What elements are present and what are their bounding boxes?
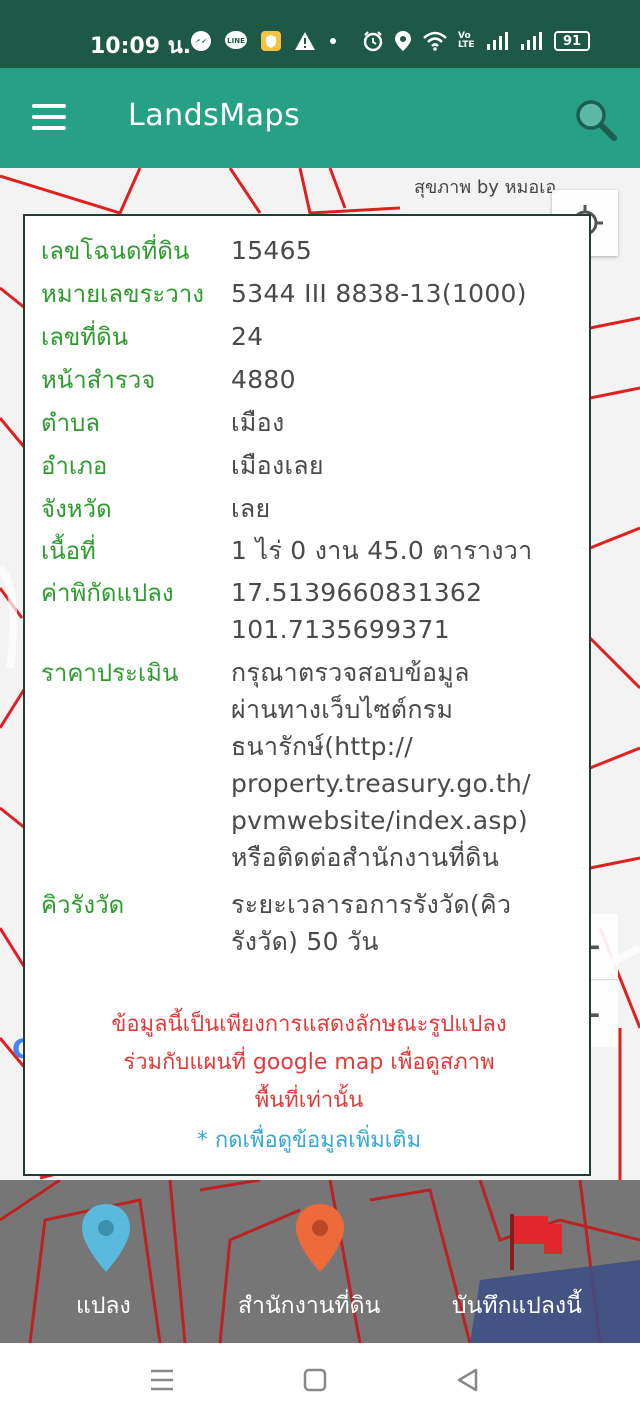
info-label: เลขโฉนดที่ดิน xyxy=(41,237,190,265)
app-title: LandsMaps xyxy=(128,98,301,133)
value-line: pvmwebsite/index.asp) xyxy=(231,806,528,835)
info-label: หน้าสำรวจ xyxy=(41,366,156,394)
value-line: ธนารักษ์(http:// xyxy=(231,732,413,761)
info-value: เมืองเลย xyxy=(231,451,324,480)
location-icon xyxy=(394,30,412,52)
bottom-action-bar: แปลง สำนักงานที่ดิน บันทึกแปลงนี้ xyxy=(0,1180,640,1343)
red-flag-icon xyxy=(510,1214,562,1270)
info-row-deed-number: เลขโฉนดที่ดิน 15465 xyxy=(41,232,581,270)
notice-line: ข้อมูลนี้เป็นเพียงการแสดงลักษณะรูปแปลง xyxy=(111,1012,507,1037)
info-row-survey-queue: คิวรังวัด ระยะเวลารอการรังวัด(คิว รังวัด… xyxy=(41,886,581,960)
back-icon[interactable] xyxy=(454,1367,490,1397)
info-value: ระยะเวลารอการรังวัด(คิว รังวัด) 50 วัน xyxy=(231,886,581,960)
svg-text:LINE: LINE xyxy=(227,37,245,45)
info-row-district: อำเภอ เมืองเลย xyxy=(41,447,581,485)
info-row-land-number: เลขที่ดิน 24 xyxy=(41,318,581,356)
info-label: อำเภอ xyxy=(41,452,108,480)
coordinate-lat: 17.5139660831362 xyxy=(231,578,483,607)
value-line: property.treasury.go.th/ xyxy=(231,769,531,798)
info-value: 15465 xyxy=(231,236,313,265)
line-icon: LINE xyxy=(224,30,248,52)
tab-label: บันทึกแปลงนี้ xyxy=(452,1293,582,1319)
map-pin-blue-icon xyxy=(82,1204,130,1272)
info-value: เมือง xyxy=(231,408,285,437)
info-label: ตำบล xyxy=(41,409,101,437)
system-icons: Vo LTE 91 xyxy=(362,30,590,52)
notice-line: พื้นที่เท่านั้น xyxy=(254,1088,364,1113)
map-pin-orange-icon xyxy=(296,1204,344,1272)
shield-app-icon xyxy=(260,30,282,52)
coordinate-lng: 101.7135699371 xyxy=(231,615,450,644)
warning-icon xyxy=(294,31,316,51)
info-value: 4880 xyxy=(231,365,296,394)
hamburger-menu-icon[interactable] xyxy=(32,104,68,132)
info-label: ราคาประเมิน xyxy=(41,659,179,687)
parcel-info-panel: เลขโฉนดที่ดิน 15465 หมายเลขระวาง 5344 II… xyxy=(23,214,591,1176)
recent-apps-icon[interactable] xyxy=(148,1367,184,1397)
tab-parcel[interactable]: แปลง xyxy=(60,1180,154,1343)
info-row-appraisal: ราคาประเมิน กรุณาตรวจสอบข้อมูล ผ่านทางเว… xyxy=(41,654,581,876)
info-value: 17.5139660831362 101.7135699371 xyxy=(231,574,581,648)
value-line: ระยะเวลารอการรังวัด(คิว xyxy=(231,890,512,919)
alarm-icon xyxy=(362,30,384,52)
info-row-survey-page: หน้าสำรวจ 4880 xyxy=(41,361,581,399)
home-icon[interactable] xyxy=(302,1367,338,1397)
notice-line: ร่วมกับแผนที่ google map เพื่อดูสภาพ xyxy=(123,1050,495,1075)
info-row-sheet-number: หมายเลขระวาง 5344 III 8838-13(1000) xyxy=(41,275,581,313)
status-bar: 10:09 น. LINE Vo LTE 91 xyxy=(0,0,640,68)
info-row-province: จังหวัด เลย xyxy=(41,490,581,528)
photo-credit-text: สุขภาพ by หมอเอ xyxy=(414,177,557,198)
info-value: 5344 III 8838-13(1000) xyxy=(231,279,527,308)
info-row-subdistrict: ตำบล เมือง xyxy=(41,404,581,442)
tab-label: สำนักงานที่ดิน xyxy=(238,1293,381,1319)
info-label: จังหวัด xyxy=(41,495,112,523)
value-line: หรือติดต่อสำนักงานที่ดิน xyxy=(231,843,500,872)
signal-icon-2 xyxy=(520,32,544,50)
wifi-icon xyxy=(422,31,448,51)
info-label: หมายเลขระวาง xyxy=(41,280,204,308)
more-info-link[interactable]: * กดเพื่อดูข้อมูลเพิ่มเติม xyxy=(45,1122,573,1157)
info-row-coordinates: ค่าพิกัดแปลง 17.5139660831362 101.713569… xyxy=(41,574,581,648)
tab-land-office[interactable]: สำนักงานที่ดิน xyxy=(232,1180,412,1343)
info-label: เนื้อที่ xyxy=(41,537,96,565)
info-value: 1 ไร่ 0 งาน 45.0 ตารางวา xyxy=(231,536,533,565)
dot-icon xyxy=(328,36,338,46)
volte-label: Vo LTE xyxy=(458,31,475,50)
info-label: เลขที่ดิน xyxy=(41,323,129,351)
status-time: 10:09 น. xyxy=(90,34,192,59)
info-label: คิวรังวัด xyxy=(41,891,125,919)
tab-label: แปลง xyxy=(76,1293,131,1319)
system-nav-bar xyxy=(0,1343,640,1421)
notification-icons: LINE xyxy=(190,30,338,52)
value-line: กรุณาตรวจสอบข้อมูล xyxy=(231,658,470,687)
value-line: ผ่านทางเว็บไซต์กรม xyxy=(231,695,454,724)
signal-icon-1 xyxy=(486,32,510,50)
info-value: กรุณาตรวจสอบข้อมูล ผ่านทางเว็บไซต์กรม ธน… xyxy=(231,654,581,876)
messenger-icon xyxy=(190,30,212,52)
search-icon[interactable] xyxy=(574,98,618,142)
info-value: เลย xyxy=(231,494,271,523)
tab-save-parcel[interactable]: บันทึกแปลงนี้ xyxy=(448,1180,618,1343)
info-value: 24 xyxy=(231,322,264,351)
app-bar: LandsMaps xyxy=(0,68,640,168)
info-row-area: เนื้อที่ 1 ไร่ 0 งาน 45.0 ตารางวา xyxy=(41,532,581,570)
info-label: ค่าพิกัดแปลง xyxy=(41,579,174,607)
value-line: รังวัด) 50 วัน xyxy=(231,927,379,956)
battery-icon: 91 xyxy=(554,31,590,51)
disclaimer-notice: ข้อมูลนี้เป็นเพียงการแสดงลักษณะรูปแปลง ร… xyxy=(45,1006,573,1120)
